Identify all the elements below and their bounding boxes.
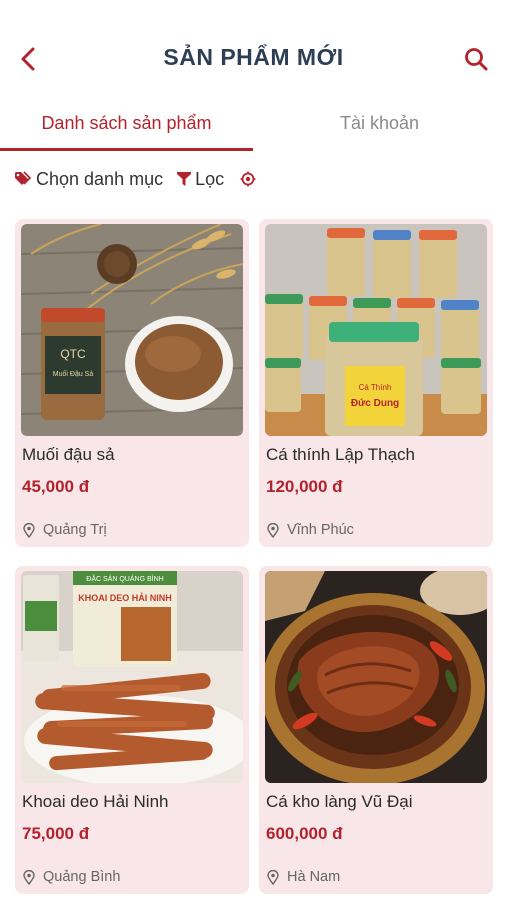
product-location: Quảng Bình [23, 869, 120, 885]
jar-brand-text: QTC [60, 347, 86, 361]
search-button[interactable] [461, 44, 491, 74]
jar-brand-text: Đức Dung [351, 398, 399, 409]
product-image: ĐẶC SẢN QUẢNG BÌNH KHOAI DEO HẢI NINH [21, 571, 243, 783]
filter-button[interactable]: Lọc [177, 169, 224, 190]
choose-category-button[interactable]: Chọn danh mục [14, 169, 163, 190]
map-pin-icon [23, 522, 35, 538]
product-price: 75,000 đ [22, 824, 90, 843]
filter-bar: Chọn danh mục Lọc [14, 166, 256, 192]
product-card[interactable]: QTC Muối Đậu Sả Muối đậu sả 45,000 đ Quả… [15, 219, 249, 547]
location-filter-button[interactable] [240, 171, 256, 187]
tag-icon [15, 171, 32, 185]
product-image: Cá Thính Đức Dung [265, 224, 487, 436]
active-tab-indicator [0, 148, 253, 151]
map-pin-icon [23, 869, 35, 885]
product-location: Vĩnh Phúc [267, 522, 354, 538]
map-pin-icon [267, 869, 279, 885]
product-location-label: Quảng Bình [43, 869, 121, 885]
tab-bar: Danh sách sản phẩm Tài khoản [0, 100, 507, 152]
product-name: Khoai deo Hải Ninh [22, 792, 169, 811]
tab-account[interactable]: Tài khoản [253, 100, 506, 146]
app-header: SẢN PHẨM MỚI [0, 0, 507, 110]
map-pin-icon [267, 522, 279, 538]
product-card[interactable]: ĐẶC SẢN QUẢNG BÌNH KHOAI DEO HẢI NINH Kh… [15, 566, 249, 894]
package-brand-text: KHOAI DEO HẢI NINH [78, 592, 172, 603]
product-location: Quảng Trị [23, 522, 107, 538]
product-image: QTC Muối Đậu Sả [21, 224, 243, 436]
filter-label: Lọc [195, 168, 225, 189]
product-price: 45,000 đ [22, 477, 90, 496]
product-image [265, 571, 487, 783]
product-name: Cá kho làng Vũ Đại [266, 792, 413, 811]
product-price: 600,000 đ [266, 824, 343, 843]
product-name: Muối đậu sả [22, 445, 115, 464]
product-name: Cá thính Lập Thạch [266, 445, 416, 464]
package-label-text: ĐẶC SẢN QUẢNG BÌNH [86, 574, 163, 583]
product-card[interactable]: Cá kho làng Vũ Đại 600,000 đ Hà Nam [259, 566, 493, 894]
page-title: SẢN PHẨM MỚI [163, 44, 344, 70]
product-price: 120,000 đ [266, 477, 343, 496]
product-location-label: Hà Nam [287, 869, 341, 885]
search-icon [465, 48, 488, 71]
tab-product-list[interactable]: Danh sách sản phẩm [0, 100, 253, 146]
target-icon [240, 171, 256, 187]
product-location: Hà Nam [267, 869, 340, 885]
jar-label-text: Cá Thính [359, 383, 392, 392]
choose-category-label: Chọn danh mục [36, 168, 164, 189]
product-location-label: Quảng Trị [43, 522, 107, 538]
funnel-icon [177, 172, 192, 186]
product-location-label: Vĩnh Phúc [287, 522, 354, 538]
jar-label-text: Muối Đậu Sả [53, 369, 94, 378]
product-card[interactable]: Cá Thính Đức Dung Cá thính Lập Thạch 120… [259, 219, 493, 547]
